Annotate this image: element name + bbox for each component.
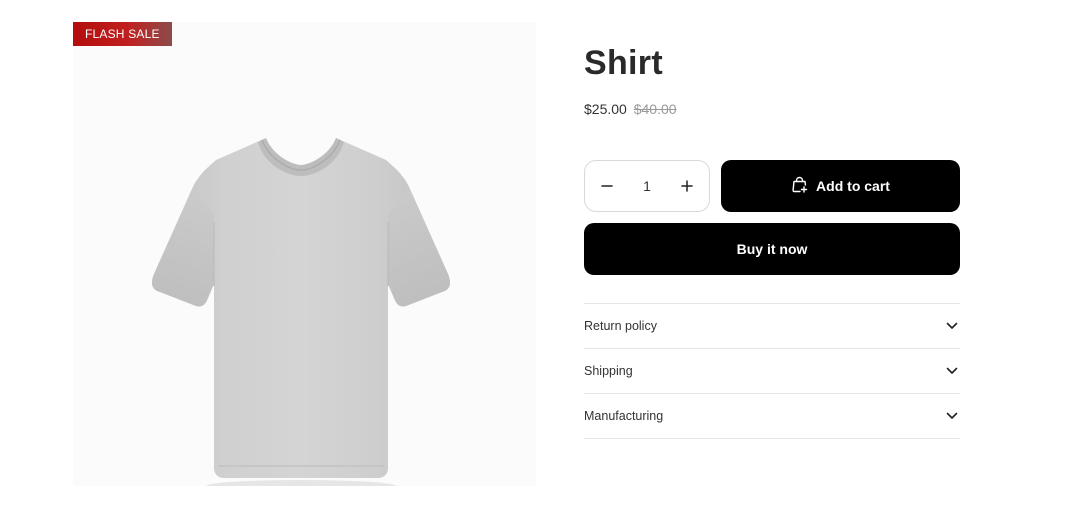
buy-now-label: Buy it now (736, 241, 808, 257)
accordion-label: Manufacturing (584, 409, 664, 423)
product-title: Shirt (584, 44, 663, 82)
accordion-shipping[interactable]: Shipping (584, 349, 960, 394)
product-gallery: FLASH SALE (73, 22, 536, 486)
add-to-cart-label: Add to cart (816, 178, 890, 194)
minus-icon[interactable] (595, 174, 619, 198)
chevron-down-icon (945, 409, 959, 423)
quantity-value[interactable]: 1 (643, 178, 651, 194)
add-to-cart-button[interactable]: Add to cart (721, 160, 960, 212)
accordion-return-policy[interactable]: Return policy (584, 304, 960, 349)
t-shirt-image (152, 138, 450, 486)
chevron-down-icon (945, 364, 959, 378)
original-price: $40.00 (633, 101, 677, 117)
chevron-down-icon (945, 319, 959, 333)
price-row: $25.00 $40.00 (584, 101, 677, 117)
plus-icon[interactable] (675, 174, 699, 198)
quantity-stepper[interactable]: 1 (584, 160, 710, 212)
accordion-label: Return policy (584, 319, 657, 333)
accordion-manufacturing[interactable]: Manufacturing (584, 394, 960, 439)
accordion-label: Shipping (584, 364, 633, 378)
bag-plus-icon (791, 176, 808, 196)
product-accordion: Return policy Shipping Manufacturing (584, 303, 960, 439)
current-price: $25.00 (584, 101, 627, 117)
flash-sale-badge: FLASH SALE (73, 22, 172, 46)
buy-now-button[interactable]: Buy it now (584, 223, 960, 275)
